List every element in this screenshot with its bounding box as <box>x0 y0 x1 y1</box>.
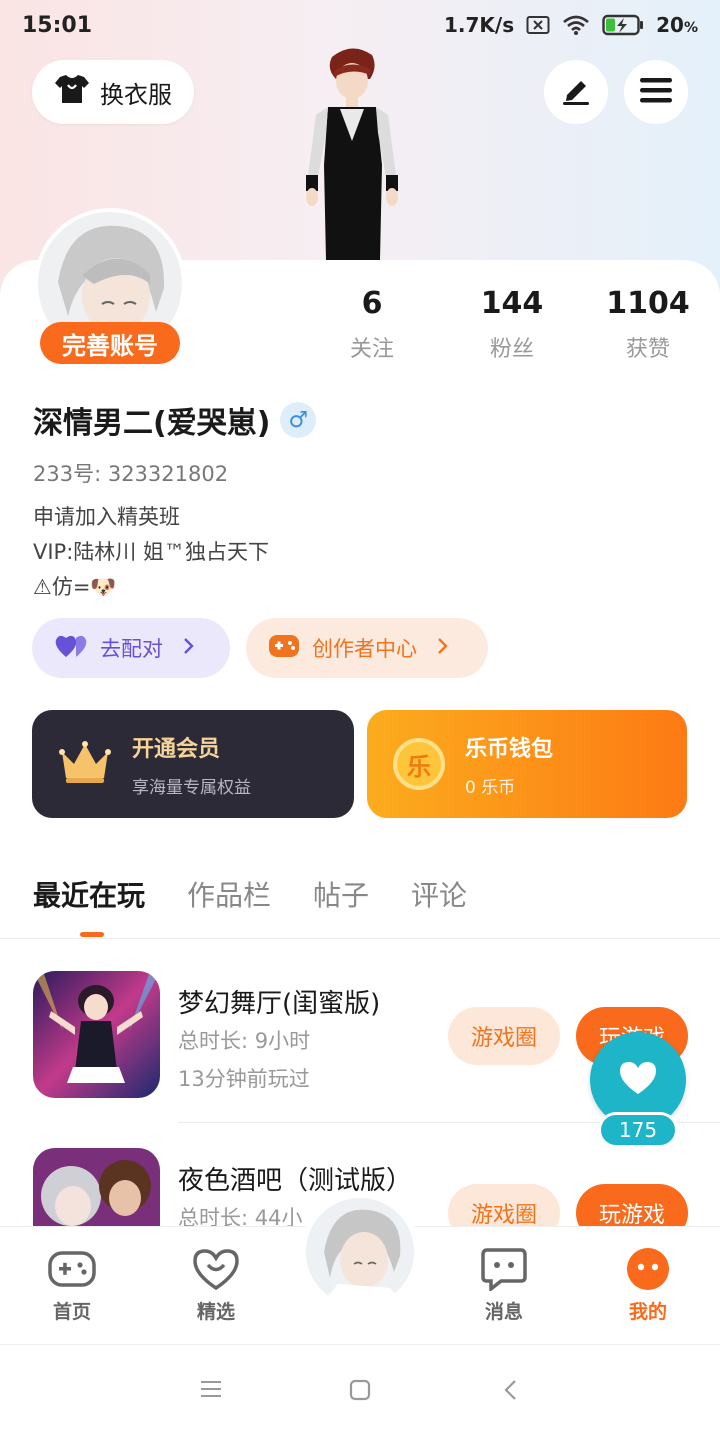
vip-subtitle: 享海量专属权益 <box>132 777 251 798</box>
like-count-badge: 175 <box>598 1112 678 1148</box>
wallet-card[interactable]: 乐 乐币钱包 0 乐币 <box>367 710 687 818</box>
wallet-title: 乐币钱包 <box>465 736 554 762</box>
tab-posts[interactable]: 帖子 <box>313 874 369 914</box>
chat-bubble-icon <box>454 1247 554 1291</box>
vip-title: 开通会员 <box>132 736 221 762</box>
crown-icon <box>58 740 112 788</box>
battery-charging-icon <box>602 14 644 36</box>
gamepad-icon <box>268 632 300 665</box>
face-icon <box>598 1247 698 1291</box>
heart-box-icon <box>166 1247 266 1291</box>
nav-me[interactable]: 我的 <box>598 1247 698 1324</box>
edit-pen-icon <box>559 73 593 111</box>
gender-male-icon: ♂ <box>280 402 317 438</box>
stat-likes[interactable]: 1104 获赞 <box>580 286 716 363</box>
game-duration: 总时长: 9小时 <box>178 1029 311 1053</box>
stat-likes-value: 1104 <box>606 286 690 321</box>
stat-likes-label: 获赞 <box>625 337 670 362</box>
creator-center-button[interactable]: 创作者中心 <box>246 618 488 678</box>
nav-featured[interactable]: 精选 <box>166 1247 266 1324</box>
wallet-balance: 0 乐币 <box>465 777 516 798</box>
username-text: 深情男二(爱哭崽) <box>33 406 271 441</box>
vip-membership-card[interactable]: 开通会员 享海量专属权益 <box>32 710 354 818</box>
nav-home-label: 首页 <box>52 1301 91 1323</box>
stat-followers-value: 144 <box>480 286 544 321</box>
divider <box>0 938 720 939</box>
active-tab-indicator <box>80 932 104 937</box>
menu-icon <box>640 76 672 108</box>
match-label: 去配对 <box>100 637 163 661</box>
status-time: 15:01 <box>22 12 93 38</box>
home-square-icon[interactable] <box>349 1379 371 1405</box>
bio-line: ⚠仿=🐶 <box>33 575 117 599</box>
tab-works[interactable]: 作品栏 <box>187 874 271 914</box>
profile-tabs: 最近在玩 作品栏 帖子 评论 <box>33 874 467 914</box>
profile-stats: 6 关注 144 粉丝 1104 获赞 <box>300 286 720 363</box>
recent-apps-icon[interactable] <box>200 1379 222 1403</box>
tab-comments[interactable]: 评论 <box>411 874 467 914</box>
game-last-played: 13分钟前玩过 <box>178 1067 310 1091</box>
game-title: 夜色酒吧（测试版） <box>178 1166 413 1196</box>
network-speed: 1.7K/s <box>443 13 515 37</box>
stat-followers-label: 粉丝 <box>489 337 534 362</box>
avatar-3d-character[interactable] <box>290 45 420 260</box>
edit-profile-button[interactable] <box>544 60 608 124</box>
stat-following-label: 关注 <box>349 337 394 362</box>
stat-following[interactable]: 6 关注 <box>300 286 444 363</box>
stat-following-value: 6 <box>361 286 383 321</box>
heart-icon <box>618 1060 658 1100</box>
battery-unit: % <box>683 20 698 36</box>
username: 深情男二(爱哭崽) ♂ <box>33 398 317 442</box>
change-outfit-label: 换衣服 <box>100 80 172 109</box>
game-circle-button[interactable]: 游戏圈 <box>448 1007 560 1065</box>
coin-icon: 乐 <box>393 738 445 790</box>
bio: 申请加入精英班 VIP:陆林川 姐™独占天下 ⚠仿=🐶 <box>33 500 269 605</box>
game-icon <box>33 971 160 1098</box>
nav-me-label: 我的 <box>628 1301 667 1323</box>
back-icon[interactable] <box>502 1379 518 1405</box>
complete-account-button[interactable]: 完善账号 <box>40 322 180 364</box>
chevron-right-icon <box>183 636 195 660</box>
double-heart-icon <box>54 633 88 664</box>
bio-line: VIP:陆林川 姐™独占天下 <box>33 540 269 564</box>
nav-messages-label: 消息 <box>484 1301 523 1323</box>
creator-center-label: 创作者中心 <box>312 637 417 661</box>
nav-featured-label: 精选 <box>196 1301 235 1323</box>
wifi-icon <box>562 14 590 36</box>
stat-followers[interactable]: 144 粉丝 <box>444 286 580 363</box>
user-id: 233号: 323321802 <box>33 462 229 486</box>
gamepad-icon <box>22 1247 122 1291</box>
status-bar: 15:01 1.7K/s 20% <box>0 0 720 50</box>
tab-recent-played[interactable]: 最近在玩 <box>33 874 145 914</box>
change-outfit-button[interactable]: 换衣服 <box>32 60 194 124</box>
system-navigation-bar <box>0 1344 720 1440</box>
avatar <box>306 1198 414 1306</box>
chevron-right-icon <box>437 636 449 660</box>
match-button[interactable]: 去配对 <box>32 618 230 678</box>
nav-home[interactable]: 首页 <box>22 1247 122 1324</box>
nav-messages[interactable]: 消息 <box>454 1247 554 1324</box>
menu-button[interactable] <box>624 60 688 124</box>
game-title: 梦幻舞厅(闺蜜版) <box>178 989 381 1019</box>
sim-off-icon <box>526 15 550 35</box>
nav-center-avatar[interactable] <box>300 1192 420 1312</box>
tshirt-icon <box>54 73 90 111</box>
battery-level: 20 <box>656 13 684 37</box>
bio-line: 申请加入精英班 <box>33 505 180 529</box>
